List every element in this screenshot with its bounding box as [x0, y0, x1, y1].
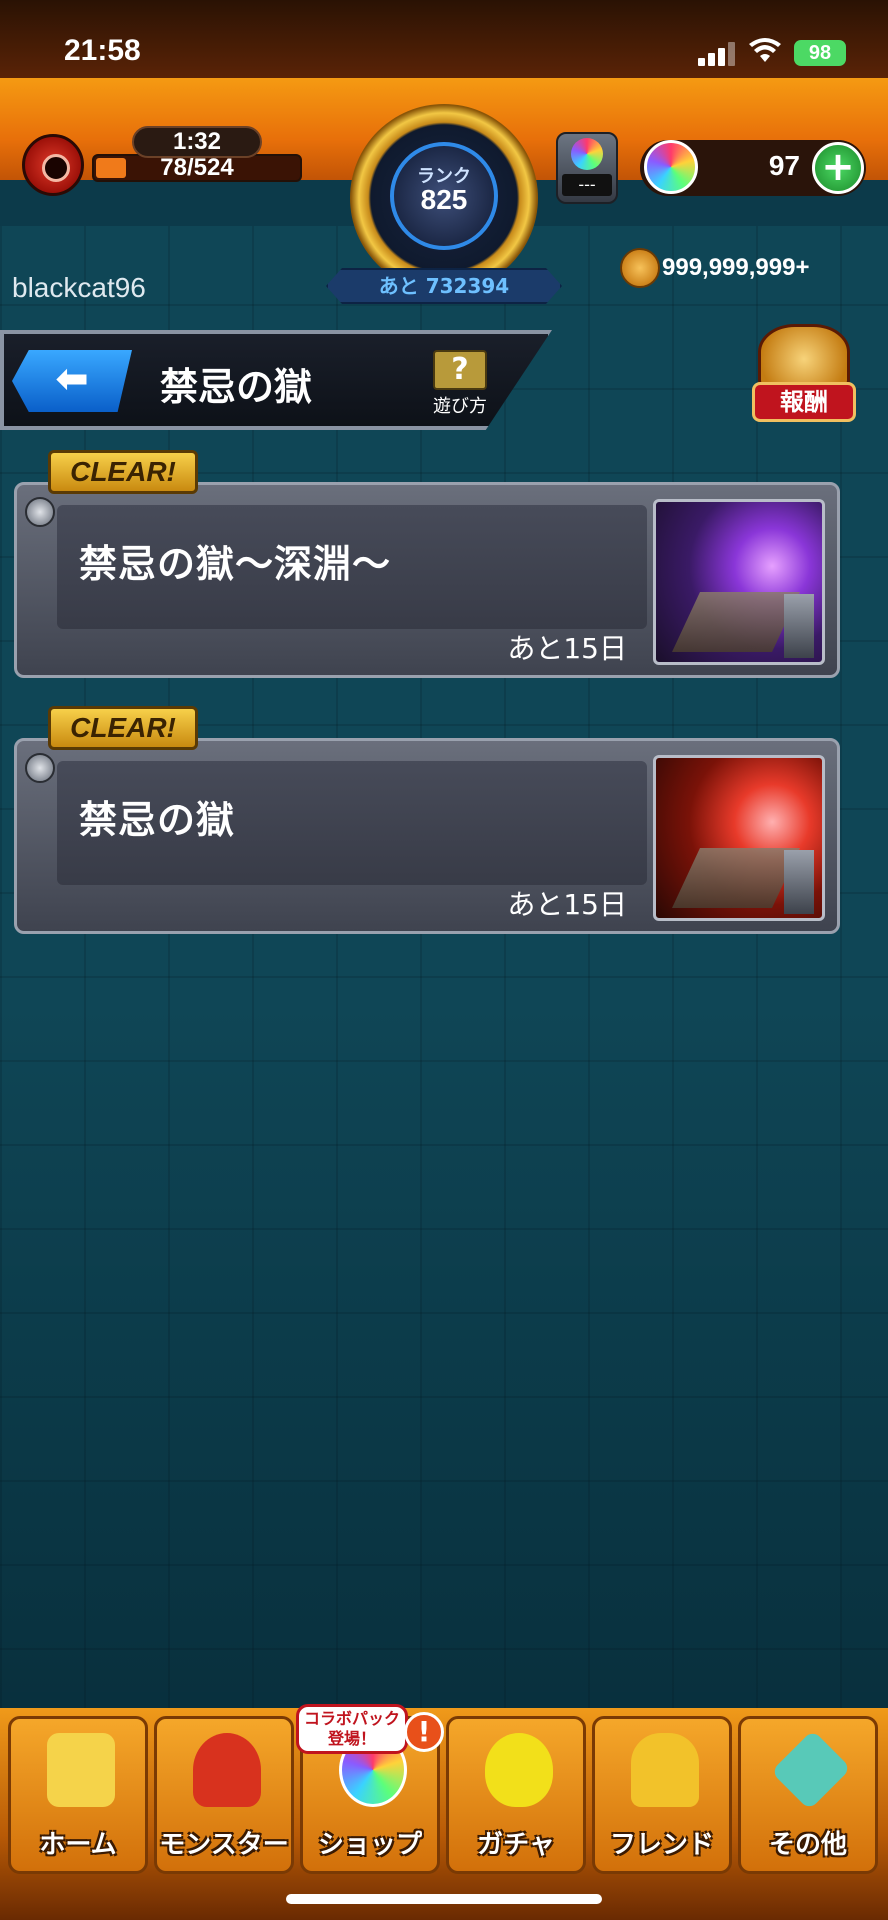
stamina-icon: [22, 134, 84, 196]
orb-count: 97: [768, 150, 800, 181]
thumbnail-pillar: [784, 850, 814, 914]
left-arrow-icon: ⬅: [55, 356, 89, 402]
battery-indicator: 98: [794, 40, 846, 66]
nav-friend[interactable]: フレンド: [592, 1716, 732, 1874]
quest-remaining: あと15日: [507, 888, 627, 921]
wifi-icon: [749, 38, 781, 62]
quest-name: 禁忌の獄～深淵～: [79, 541, 392, 586]
gacha-egg-icon: [485, 1733, 553, 1807]
quest-name: 禁忌の獄: [79, 797, 236, 842]
alert-badge: !: [404, 1712, 444, 1752]
quest-card[interactable]: 禁忌の獄 あと15日: [14, 738, 840, 934]
orb-device-icon[interactable]: ---: [556, 132, 618, 204]
nav-label: モンスター: [159, 1830, 289, 1860]
bolt-icon: [25, 497, 55, 527]
signal-icon: [698, 42, 738, 66]
help-button[interactable]: ? 遊び方: [430, 350, 490, 420]
nav-label: ガチャ: [477, 1830, 555, 1860]
thumbnail-pillar: [784, 594, 814, 658]
help-icon: ?: [433, 350, 487, 390]
quest-card[interactable]: 禁忌の獄～深淵～ あと15日: [14, 482, 840, 678]
nav-label: その他: [768, 1830, 847, 1860]
coin-icon: [620, 248, 660, 288]
nav-label: フレンド: [609, 1830, 714, 1860]
quest-thumbnail: [653, 755, 825, 921]
quest-thumbnail: [653, 499, 825, 665]
friends-icon: [631, 1733, 699, 1807]
stamina-value: 78/524: [160, 154, 234, 181]
background-shade: [0, 1000, 888, 1720]
orb-device-value: ---: [562, 174, 612, 196]
status-time: 21:58: [64, 34, 141, 67]
thumbnail-path: [672, 592, 800, 652]
clear-badge: CLEAR!: [48, 450, 198, 494]
reward-label: 報酬: [752, 382, 856, 422]
reward-button[interactable]: 報酬: [748, 324, 862, 434]
username: blackcat96: [12, 272, 146, 303]
monster-icon: [193, 1733, 261, 1807]
other-icon: [770, 1729, 852, 1811]
nav-gacha[interactable]: ガチャ: [446, 1716, 586, 1874]
home-indicator[interactable]: [286, 1894, 602, 1904]
coin-value: 999,999,999+: [662, 254, 810, 281]
home-icon: [47, 1733, 115, 1807]
nav-label: ホーム: [39, 1830, 117, 1860]
status-bar: 21:58 98: [0, 0, 888, 78]
bolt-icon: [25, 753, 55, 783]
stamina-bar: 78/524: [92, 154, 302, 182]
nav-home[interactable]: ホーム: [8, 1716, 148, 1874]
nav-label: ショップ: [317, 1830, 422, 1860]
orb-icon: [644, 140, 698, 194]
back-button[interactable]: ⬅: [12, 350, 132, 412]
stamina-timer: 1:32: [132, 126, 262, 158]
clear-badge: CLEAR!: [48, 706, 198, 750]
collab-bubble: コラボパック登場！: [296, 1704, 408, 1754]
exp-remaining: あと 732394: [326, 268, 562, 304]
thumbnail-path: [672, 848, 800, 908]
mini-orb-icon: [571, 138, 603, 170]
nav-monster[interactable]: モンスター: [154, 1716, 294, 1874]
add-orb-button[interactable]: +: [812, 142, 864, 194]
nav-other[interactable]: その他: [738, 1716, 878, 1874]
page-title: 禁忌の獄: [160, 364, 313, 409]
help-label: 遊び方: [433, 396, 487, 417]
rank-value: 825: [420, 184, 468, 215]
quest-remaining: あと15日: [507, 632, 627, 665]
